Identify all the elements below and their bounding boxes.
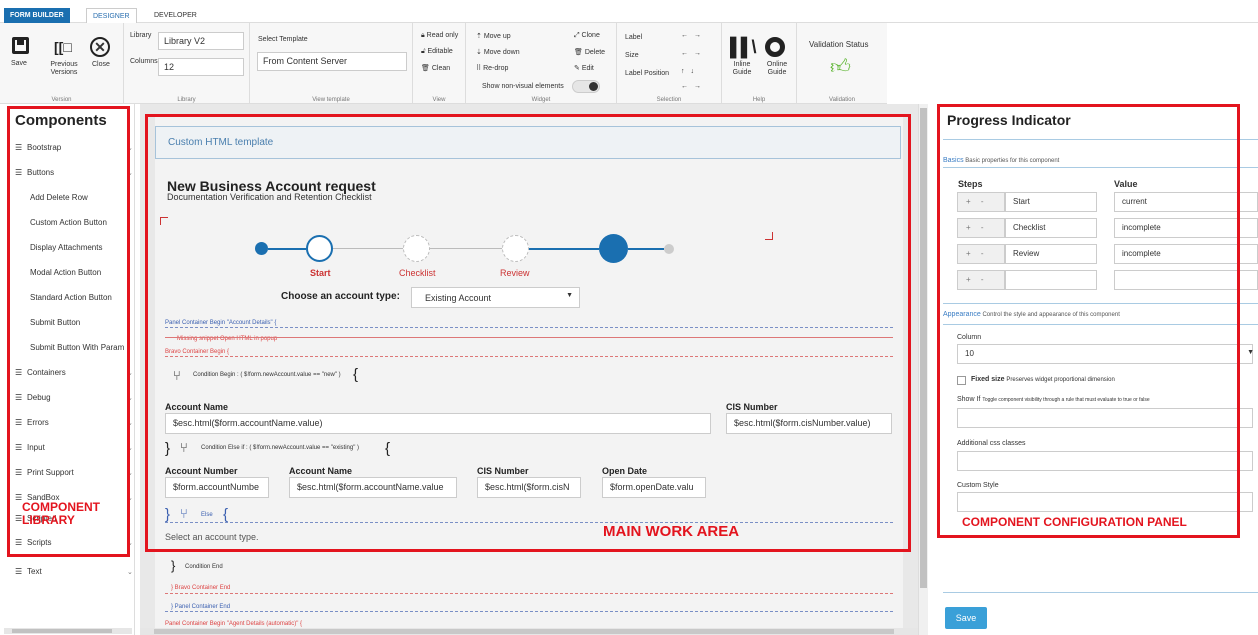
validation-status-label: Validation Status <box>809 40 869 49</box>
component-item-label: Text <box>27 567 42 576</box>
menu-icon: ☰ <box>15 567 23 576</box>
ribbon-group-view: 🔒︎ Read only 🔓︎ Editable 🗑︎ Clean View <box>413 23 466 104</box>
inline-guide-button[interactable]: ▌▌\ Inline Guide <box>727 37 757 87</box>
label-position-arrows-2[interactable]: ←→ <box>681 83 707 90</box>
library-label: Library <box>130 32 152 39</box>
move-down-label: Move down <box>483 49 520 56</box>
read-only-label: Read only <box>426 32 459 39</box>
delete-label: Delete <box>584 49 606 56</box>
tab-form-builder[interactable]: FORM BUILDER <box>4 8 70 23</box>
move-down-button[interactable]: ⇣ Move down <box>476 48 520 56</box>
component-item[interactable]: ☰ Text <box>15 567 42 576</box>
component-library-annotation: COMPONENT LIBRARY <box>22 500 100 527</box>
ribbon-group-version: Save [[□ Previous Versions ✕ Close Versi… <box>0 23 124 104</box>
clean-button[interactable]: 🗑︎ Clean <box>421 64 450 72</box>
center-vscrollbar[interactable] <box>918 104 928 635</box>
save-button[interactable]: Save <box>8 37 32 77</box>
columns-label: Columns <box>130 58 158 65</box>
lifebuoy-icon <box>765 37 785 57</box>
close-label: Close <box>92 61 110 68</box>
select-template-label: Select Template <box>258 36 308 43</box>
panel-container-end[interactable]: } Panel Container End <box>171 604 230 610</box>
move-up-icon: ⇡ <box>476 33 484 40</box>
pencil-icon: ✎ <box>574 65 582 72</box>
previous-versions-button[interactable]: [[□ Previous Versions <box>46 37 82 83</box>
clone-icon: ⤢ <box>574 32 582 39</box>
library-input[interactable]: Library V2 <box>158 32 244 50</box>
show-non-visual-label: Show non-visual elements <box>482 83 564 90</box>
save-label: Save <box>11 60 27 67</box>
trash-icon: 🗑︎ <box>421 65 432 72</box>
editable-label: Editable <box>427 48 453 55</box>
re-drop-label: Re-drop <box>483 65 509 72</box>
thumbs-up-icon: 👍︎ <box>830 56 851 78</box>
group-label-view-template: View template <box>312 97 350 103</box>
close-icon: ✕ <box>90 37 110 57</box>
trash-icon: 🗑︎ <box>574 49 585 56</box>
config-panel-annotation: COMPONENT CONFIGURATION PANEL <box>962 515 1187 529</box>
ribbon-group-validation: Validation Status 👍︎ Validation <box>797 23 887 104</box>
delete-button[interactable]: 🗑︎ Delete <box>574 48 605 56</box>
chevron-down-icon[interactable]: ⌄ <box>127 568 133 576</box>
clone-label: Clone <box>581 32 600 39</box>
group-label-help: Help <box>752 97 766 103</box>
template-input[interactable]: From Content Server <box>257 52 407 71</box>
ribbon-group-library: Library Library V2 Columns 12 Library <box>124 23 250 104</box>
bravo-container-end[interactable]: } Bravo Container End <box>171 585 230 591</box>
read-only-button[interactable]: 🔒︎ Read only <box>421 32 458 40</box>
edit-button[interactable]: ✎ Edit <box>574 64 594 72</box>
center-hscrollbar[interactable] <box>140 628 918 635</box>
versions-icon: [[□ <box>54 39 72 55</box>
selection-label-label: Label <box>625 34 643 41</box>
group-label-version: Version <box>51 97 72 103</box>
left-hscrollbar[interactable] <box>4 628 132 634</box>
condition-end[interactable]: Condition End <box>185 564 223 570</box>
label-arrows[interactable]: ←→ <box>681 32 707 39</box>
label-position-arrows[interactable]: ↑↓ <box>681 68 700 75</box>
online-guide-button[interactable]: Online Guide <box>762 37 792 87</box>
move-down-icon: ⇣ <box>476 49 484 56</box>
tab-designer[interactable]: DESIGNER <box>86 8 137 24</box>
clean-label: Clean <box>431 65 451 72</box>
move-up-button[interactable]: ⇡ Move up <box>476 32 511 40</box>
ribbon-toolbar: Save [[□ Previous Versions ✕ Close Versi… <box>0 23 887 104</box>
top-tab-bar: FORM BUILDER DESIGNER DEVELOPER <box>0 0 1258 24</box>
re-drop-button[interactable]: ⠿ Re-drop <box>476 64 508 72</box>
columns-input[interactable]: 12 <box>158 58 244 76</box>
online-guide-label: Online Guide <box>766 61 788 76</box>
edit-label: Edit <box>581 65 594 72</box>
ribbon-group-widget: ⇡ Move up ⇣ Move down ⠿ Re-drop ⤢ Clone … <box>466 23 617 104</box>
component-library-highlight <box>7 106 130 557</box>
group-label-library: Library <box>177 97 196 103</box>
move-up-label: Move up <box>483 33 511 40</box>
editable-button[interactable]: 🔓︎ Editable <box>421 48 453 56</box>
size-arrows[interactable]: ←→ <box>681 50 707 57</box>
group-label-selection: Selection <box>656 97 682 103</box>
brace-close: } <box>171 558 176 573</box>
group-label-validation: Validation <box>829 97 855 103</box>
main-work-area-highlight <box>145 114 911 552</box>
clone-button[interactable]: ⤢ Clone <box>574 32 600 40</box>
ribbon-group-help: ▌▌\ Inline Guide Online Guide Help <box>722 23 797 104</box>
floppy-disk-icon <box>12 37 29 54</box>
ribbon-group-selection: Label Size Label Position ←→ ←→ ↑↓ ←→ Se… <box>617 23 722 104</box>
previous-versions-label: Previous Versions <box>50 61 78 76</box>
books-icon: ▌▌\ <box>730 37 756 57</box>
group-label-widget: Widget <box>531 97 551 103</box>
config-panel-highlight <box>937 104 1240 538</box>
caret-down-icon: ▼ <box>1247 349 1254 356</box>
close-button[interactable]: ✕ Close <box>90 37 114 77</box>
config-save-button[interactable]: Save <box>945 607 987 629</box>
show-non-visual-toggle[interactable] <box>572 80 600 93</box>
inline-guide-label: Inline Guide <box>732 61 752 76</box>
tab-developer[interactable]: DEVELOPER <box>148 8 203 23</box>
selection-label-position-label: Label Position <box>625 70 669 77</box>
main-work-area-annotation: MAIN WORK AREA <box>603 523 740 540</box>
group-label-view: View <box>432 97 446 103</box>
panel-container-agent-details[interactable]: Panel Container Begin "Agent Details (au… <box>165 621 302 627</box>
ribbon-group-view-template: Select Template From Content Server View… <box>250 23 413 104</box>
selection-size-label: Size <box>625 52 639 59</box>
